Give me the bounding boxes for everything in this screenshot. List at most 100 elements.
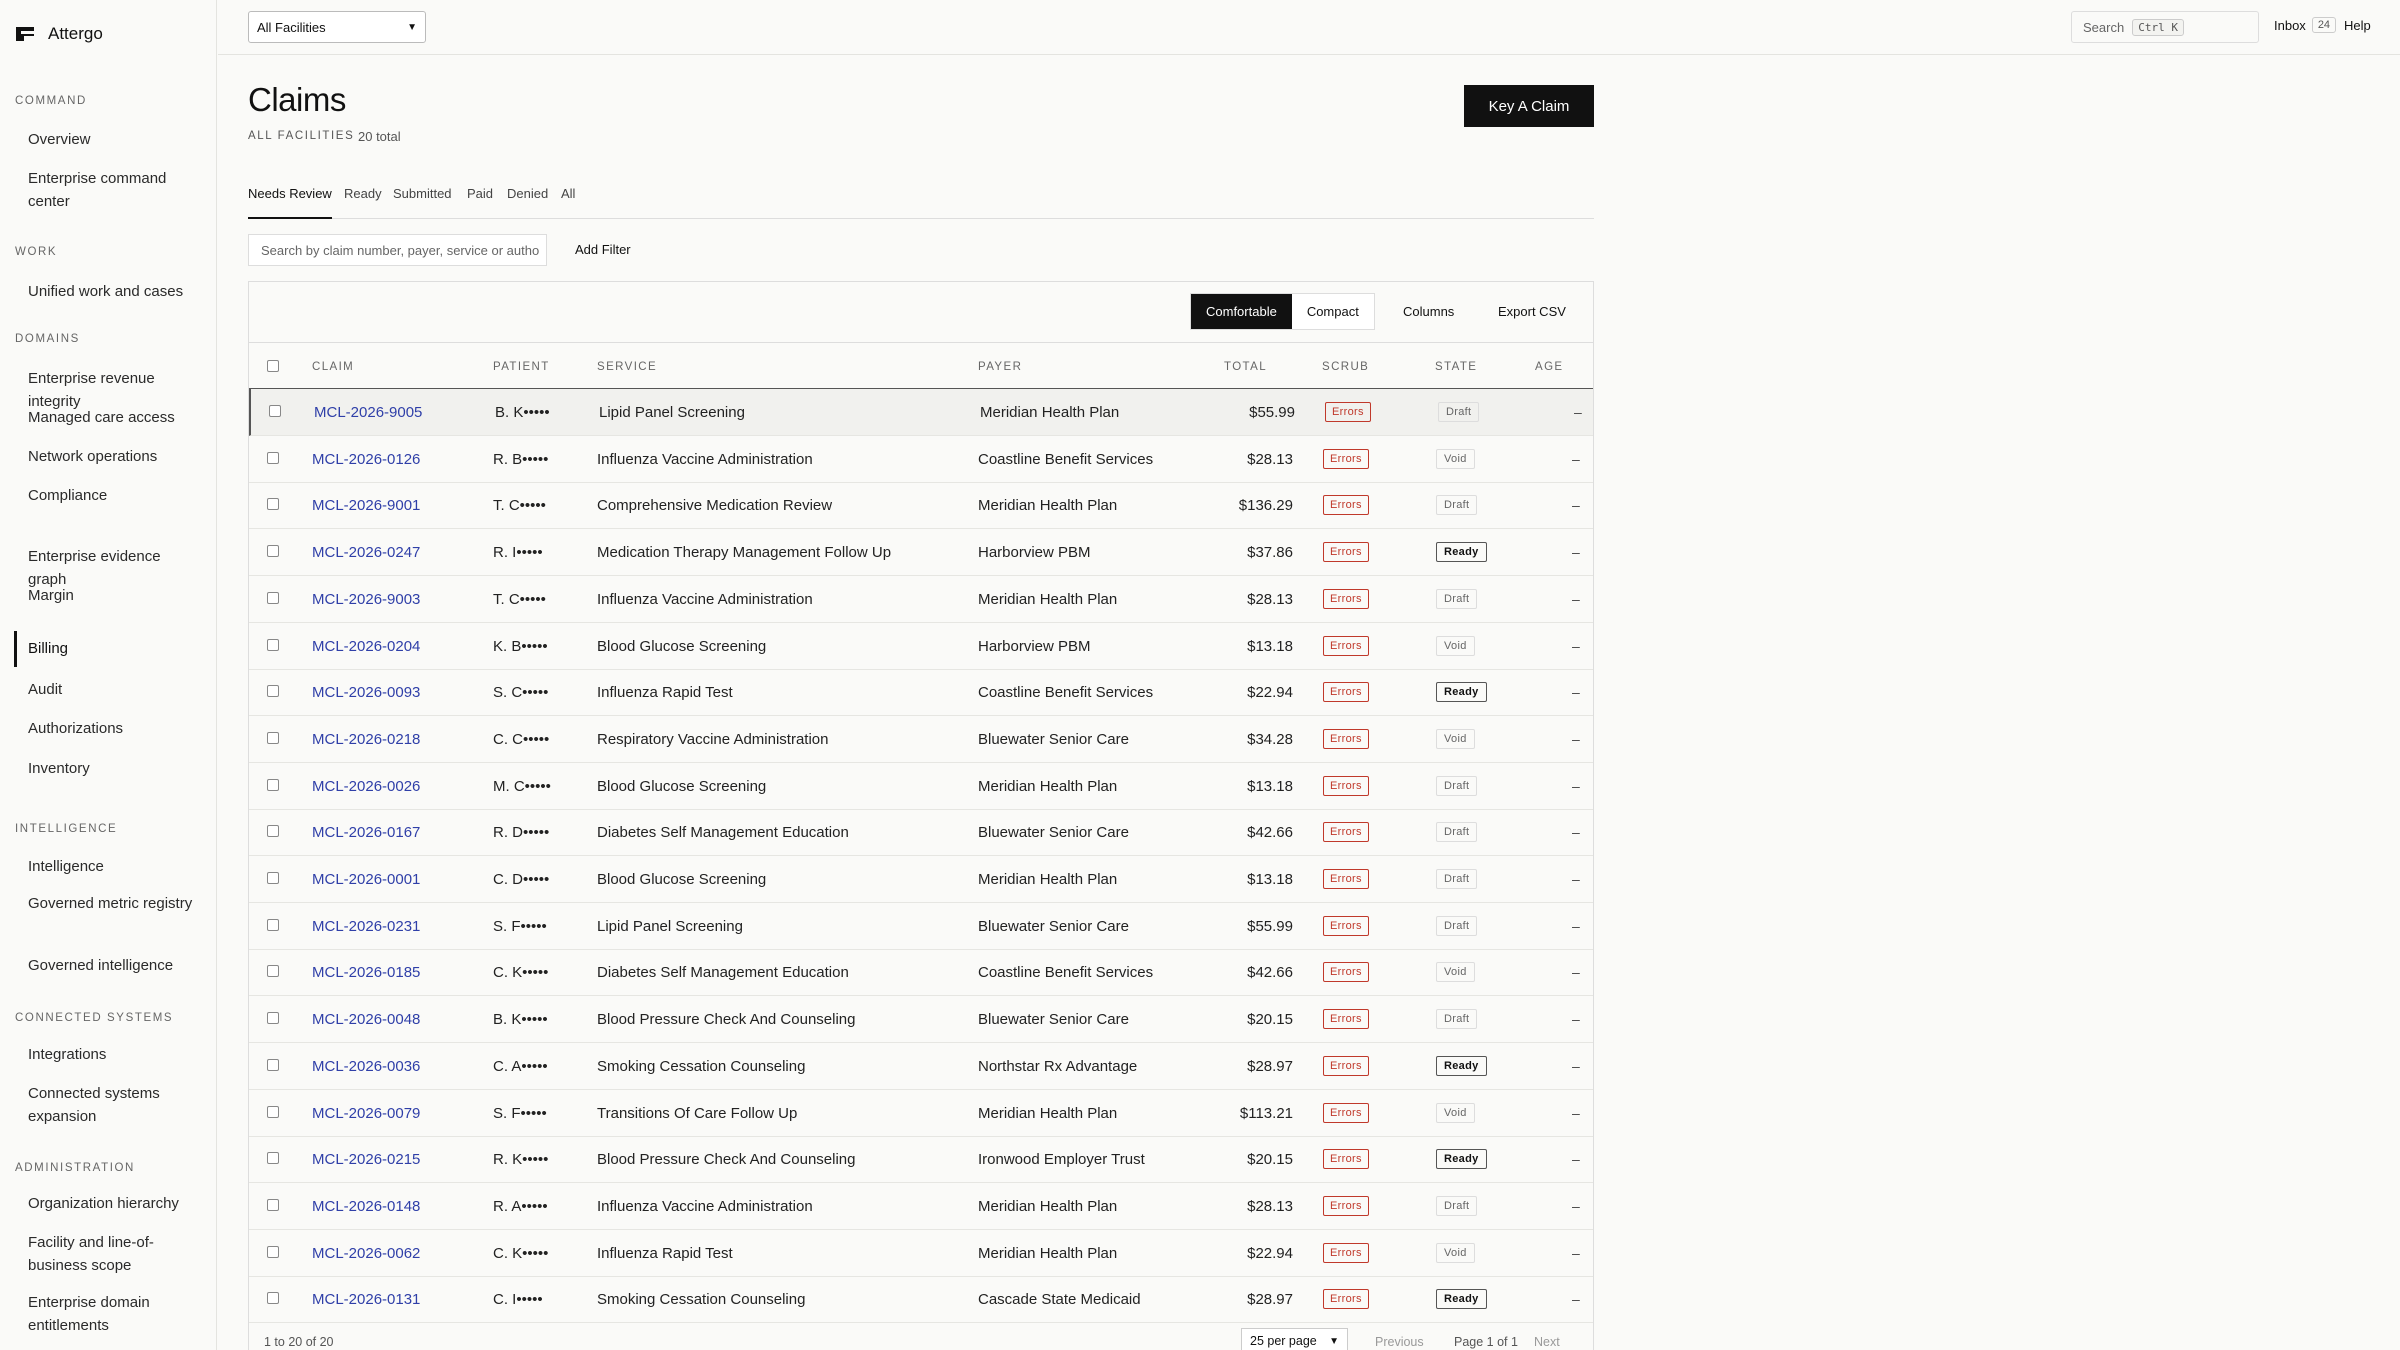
table-row[interactable]: MCL-2026-0148 R. A••••• Influenza Vaccine … [249,1183,1593,1230]
density-compact-button[interactable]: Compact [1291,294,1374,329]
column-header-service[interactable]: SERVICE [597,361,657,373]
sidebar-item-intelligence[interactable]: Intelligence [28,855,198,878]
row-checkbox[interactable] [267,685,279,698]
tab-ready[interactable]: Ready [344,186,382,219]
claim-number-link[interactable]: MCL-2026-0093 [312,684,420,701]
table-row[interactable]: MCL-2026-0062 C. K••••• Influenza Rapid Te… [249,1230,1593,1277]
tab-denied[interactable]: Denied [507,186,548,219]
table-row[interactable]: MCL-2026-9001 T. C••••• Comprehensive Medi… [249,482,1593,530]
claim-number-link[interactable]: MCL-2026-0126 [312,451,420,468]
row-checkbox[interactable] [267,1292,279,1305]
sidebar-item-unified-work-and-cases[interactable]: Unified work and cases [28,280,198,303]
claim-number-link[interactable]: MCL-2026-9001 [312,497,420,514]
sidebar-item-connected-systems-expansion[interactable]: Connected systems expansion [28,1082,198,1128]
add-filter-button[interactable]: Add Filter [575,242,631,257]
row-checkbox[interactable] [267,1012,279,1025]
sidebar-item-governed-metric-registry[interactable]: Governed metric registry [28,892,198,915]
sidebar-item-audit[interactable]: Audit [28,678,198,701]
sidebar-item-enterprise-command-center[interactable]: Enterprise command center [28,167,198,213]
table-row[interactable]: MCL-2026-0185 C. K••••• Diabetes Self Mana… [249,949,1593,997]
facility-select[interactable]: All Facilities ▼ [248,11,426,43]
row-checkbox[interactable] [267,825,279,838]
row-checkbox[interactable] [267,1058,279,1071]
claim-number-link[interactable]: MCL-2026-9003 [312,591,420,608]
tab-needs-review[interactable]: Needs Review [248,186,332,219]
claim-number-link[interactable]: MCL-2026-9005 [314,404,422,421]
sidebar-item-margin[interactable]: Margin [28,584,198,607]
table-row[interactable]: MCL-2026-0231 S. F••••• Lipid Panel Screen… [249,903,1593,950]
row-checkbox[interactable] [267,918,279,931]
row-checkbox[interactable] [267,872,279,884]
brand[interactable]: Attergo [16,24,103,44]
sidebar-item-compliance[interactable]: Compliance [28,484,198,507]
claim-number-link[interactable]: MCL-2026-0215 [312,1151,420,1168]
claim-number-link[interactable]: MCL-2026-0218 [312,731,420,748]
sidebar-item-overview[interactable]: Overview [28,128,198,151]
row-checkbox[interactable] [267,498,279,511]
row-checkbox[interactable] [267,965,279,978]
claim-number-link[interactable]: MCL-2026-0148 [312,1198,420,1215]
row-checkbox[interactable] [267,451,279,464]
select-all-checkbox[interactable] [267,360,279,372]
claim-number-link[interactable]: MCL-2026-0131 [312,1291,420,1308]
sidebar-item-enterprise-domain-entitlements[interactable]: Enterprise domain entitlements [28,1291,198,1337]
key-a-claim-button[interactable]: Key A Claim [1464,85,1594,127]
next-page-button[interactable]: Next [1534,1335,1560,1349]
table-row[interactable]: MCL-2026-0218 C. C••••• Respiratory Vaccin… [249,716,1593,763]
claim-number-link[interactable]: MCL-2026-0247 [312,544,420,561]
sidebar-item-integrations[interactable]: Integrations [28,1043,198,1066]
claim-number-link[interactable]: MCL-2026-0231 [312,918,420,935]
row-checkbox[interactable] [267,591,279,604]
column-header-age[interactable]: AGE [1535,361,1564,373]
row-checkbox[interactable] [267,778,279,791]
tab-paid[interactable]: Paid [467,186,493,219]
claim-number-link[interactable]: MCL-2026-0185 [312,964,420,981]
claim-number-link[interactable]: MCL-2026-0048 [312,1011,420,1028]
row-checkbox[interactable] [267,638,279,651]
table-row[interactable]: MCL-2026-0204 K. B••••• Blood Glucose Scre… [249,623,1593,670]
row-checkbox[interactable] [267,1105,279,1118]
claim-number-link[interactable]: MCL-2026-0062 [312,1245,420,1262]
export-csv-button[interactable]: Export CSV [1498,304,1566,319]
sidebar-item-facility-and-line-of-business-scope[interactable]: Facility and line-of-business scope [28,1231,198,1277]
row-checkbox[interactable] [269,405,281,417]
table-row[interactable]: MCL-2026-0167 R. D••••• Diabetes Self Mana… [249,809,1593,857]
sidebar-item-governed-intelligence[interactable]: Governed intelligence [28,954,198,977]
claim-number-link[interactable]: MCL-2026-0026 [312,778,420,795]
global-search[interactable]: Search Ctrl K [2071,11,2259,43]
sidebar-item-authorizations[interactable]: Authorizations [28,717,198,740]
table-row[interactable]: MCL-2026-0131 C. I••••• Smoking Cessation … [249,1276,1593,1324]
table-row[interactable]: MCL-2026-0048 B. K••••• Blood Pressure Che… [249,996,1593,1044]
row-checkbox[interactable] [267,731,279,744]
table-row[interactable]: MCL-2026-0026 M. C••••• Blood Glucose Scre… [249,763,1593,810]
per-page-select[interactable]: 25 per page ▼ [1241,1328,1348,1350]
tab-submitted[interactable]: Submitted [393,186,452,219]
table-row[interactable]: MCL-2026-0001 C. D••••• Blood Glucose Scre… [249,856,1593,903]
column-header-claim[interactable]: CLAIM [312,361,354,373]
tab-all[interactable]: All [561,186,575,219]
table-row[interactable]: MCL-2026-0126 R. B••••• Influenza Vaccine … [249,436,1593,483]
sidebar-item-billing[interactable]: Billing [28,637,198,660]
column-header-payer[interactable]: PAYER [978,361,1022,373]
claim-number-link[interactable]: MCL-2026-0204 [312,638,420,655]
column-header-scrub[interactable]: SCRUB [1322,361,1369,373]
row-checkbox[interactable] [267,1245,279,1258]
table-row[interactable]: MCL-2026-9003 T. C••••• Influenza Vaccine … [249,576,1593,623]
column-header-total[interactable]: TOTAL [1224,361,1267,373]
inbox-button[interactable]: Inbox 24 [2274,17,2337,33]
help-link[interactable]: Help [2344,18,2371,33]
claim-number-link[interactable]: MCL-2026-0036 [312,1058,420,1075]
sidebar-item-organization-hierarchy[interactable]: Organization hierarchy [28,1192,198,1215]
table-row[interactable]: MCL-2026-0093 S. C••••• Influenza Rapid Te… [249,669,1593,717]
claim-number-link[interactable]: MCL-2026-0167 [312,824,420,841]
table-row[interactable]: MCL-2026-0079 S. F••••• Transitions Of Car… [249,1090,1593,1137]
claim-number-link[interactable]: MCL-2026-0079 [312,1105,420,1122]
sidebar-item-inventory[interactable]: Inventory [28,757,198,780]
row-checkbox[interactable] [267,545,279,558]
sidebar-item-managed-care-access[interactable]: Managed care access [28,406,198,429]
sidebar-item-network-operations[interactable]: Network operations [28,445,198,468]
claim-number-link[interactable]: MCL-2026-0001 [312,871,420,888]
columns-button[interactable]: Columns [1403,304,1454,319]
density-comfortable-button[interactable]: Comfortable [1191,294,1292,329]
column-header-patient[interactable]: PATIENT [493,361,550,373]
